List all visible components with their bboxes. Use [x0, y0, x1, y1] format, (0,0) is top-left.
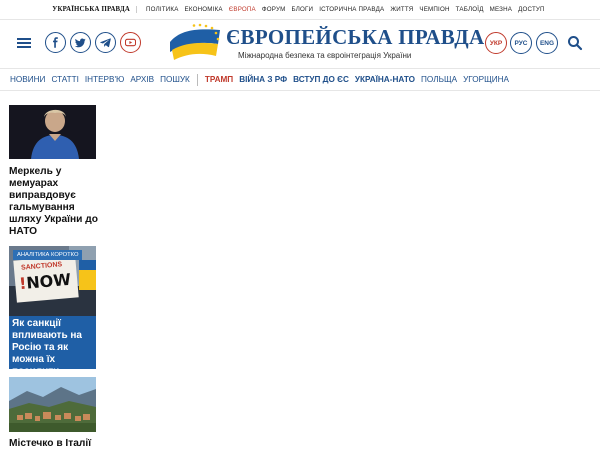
- site-subtitle: Міжнародна безпека та євроінтеграція Укр…: [238, 51, 412, 60]
- article-title[interactable]: Як санкції впливають на Росію та як можн…: [12, 318, 94, 369]
- network-link-champion[interactable]: ЧЕМПІОН: [419, 6, 449, 13]
- main-nav: НОВИНИ СТАТТІ ІНТЕРВ'Ю АРХІВ ПОШУК ТРАМП…: [0, 68, 600, 91]
- network-link-forum[interactable]: ФОРУМ: [262, 6, 286, 13]
- article-image-italy[interactable]: [9, 377, 96, 432]
- lang-eng-button[interactable]: ENG: [536, 32, 558, 54]
- nav-tag-hungary[interactable]: УГОРЩИНА: [463, 75, 509, 84]
- network-link-mezna[interactable]: МЕЗНА: [490, 6, 512, 13]
- logo-flag-icon[interactable]: [166, 22, 224, 64]
- network-link-access[interactable]: ДОСТУП: [518, 6, 545, 13]
- nav-search[interactable]: ПОШУК: [160, 75, 190, 84]
- article-title[interactable]: Меркель у мемуарах виправдовує гальмуван…: [9, 166, 101, 238]
- telegram-icon[interactable]: [95, 32, 116, 53]
- nav-tag-poland[interactable]: ПОЛЬЩА: [421, 75, 457, 84]
- lang-ukr-button[interactable]: УКР: [485, 32, 507, 54]
- network-link-history[interactable]: ІСТОРИЧНА ПРАВДА: [319, 6, 384, 13]
- nav-tag-eu[interactable]: ВСТУП ДО ЄС: [293, 75, 349, 84]
- nav-divider: [196, 73, 198, 86]
- search-icon[interactable]: [567, 35, 583, 51]
- nav-tag-nato[interactable]: УКРАЇНА-НАТО: [355, 75, 415, 84]
- twitter-icon[interactable]: [70, 32, 91, 53]
- network-link-blogs[interactable]: БЛОГИ: [291, 6, 313, 13]
- site-header: ЄВРОПЕЙСЬКА ПРАВДА Міжнародна безпека та…: [0, 20, 600, 68]
- site-title[interactable]: ЄВРОПЕЙСЬКА ПРАВДА: [226, 25, 485, 50]
- network-link-economy[interactable]: ЕКОНОМІКА: [185, 6, 223, 13]
- nav-interview[interactable]: ІНТЕРВ'Ю: [85, 75, 124, 84]
- lang-rus-button[interactable]: РУС: [510, 32, 532, 54]
- network-bar: УКРАЇНСЬКА ПРАВДА ПОЛІТИКА ЕКОНОМІКА ЄВР…: [0, 0, 600, 20]
- menu-burger-icon[interactable]: [17, 38, 31, 48]
- nav-tag-war[interactable]: ВІЙНА З РФ: [239, 75, 287, 84]
- nav-archive[interactable]: АРХІВ: [130, 75, 154, 84]
- nav-articles[interactable]: СТАТТІ: [51, 75, 78, 84]
- facebook-icon[interactable]: [45, 32, 66, 53]
- network-link-europe[interactable]: ЄВРОПА: [229, 6, 256, 13]
- article-card-sanctions[interactable]: SANCTIONS !NOW АНАЛІТИКА КОРОТКО Як санк…: [9, 246, 96, 369]
- network-link-life[interactable]: ЖИТТЯ: [390, 6, 413, 13]
- article-title[interactable]: Містечко в Італії: [9, 438, 101, 450]
- article-image-merkel[interactable]: [9, 105, 96, 159]
- network-link-politics[interactable]: ПОЛІТИКА: [146, 6, 179, 13]
- nav-news[interactable]: НОВИНИ: [10, 75, 45, 84]
- youtube-icon[interactable]: [120, 32, 141, 53]
- category-badge: АНАЛІТИКА КОРОТКО: [13, 250, 83, 260]
- nav-tag-trump[interactable]: ТРАМП: [205, 75, 233, 84]
- network-link-tabloid[interactable]: ТАБЛОЇД: [456, 6, 484, 13]
- network-brand-link[interactable]: УКРАЇНСЬКА ПРАВДА: [52, 6, 138, 13]
